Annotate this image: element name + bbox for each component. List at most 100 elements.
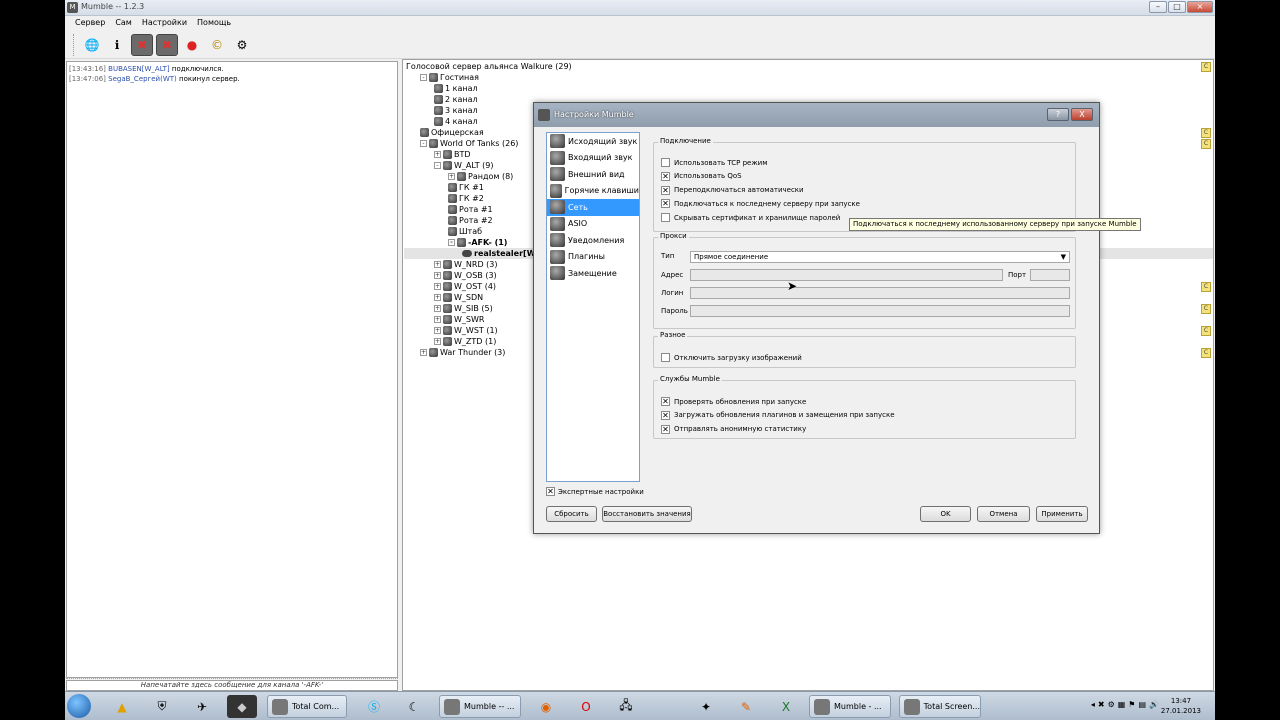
reset-button[interactable]: Сбросить	[546, 506, 597, 522]
expert-settings-checkbox[interactable]: ✕ Экспертные настройки	[546, 487, 644, 496]
ok-button[interactable]: OK	[920, 506, 971, 522]
tray-icon[interactable]: ◂	[1091, 700, 1095, 709]
menu-help[interactable]: Помощь	[192, 16, 236, 30]
minimize-button[interactable]: –	[1149, 1, 1167, 13]
paint-icon[interactable]: ✎	[731, 695, 761, 718]
settings-icon[interactable]: ⚙	[231, 34, 253, 56]
tray-icon[interactable]: ▦	[1118, 700, 1126, 709]
tree-channel[interactable]: 1 канал	[434, 83, 478, 94]
tree-channel[interactable]: 4 канал	[434, 116, 478, 127]
tree-channel[interactable]: Голосовой сервер альянса Walkure (29)	[406, 61, 572, 72]
tree-channel[interactable]: Рота #2	[448, 215, 493, 226]
expand-icon[interactable]: +	[434, 283, 441, 290]
expand-icon[interactable]: +	[434, 294, 441, 301]
expand-icon[interactable]: +	[434, 316, 441, 323]
deafen-self-icon[interactable]: ✖	[156, 33, 178, 56]
menu-self[interactable]: Сам	[110, 16, 137, 30]
category-item[interactable]: Уведомления	[547, 232, 639, 249]
skype-icon[interactable]: Ⓢ	[359, 695, 389, 718]
comment-icon[interactable]: C	[1201, 326, 1211, 336]
tree-channel[interactable]: - Гостиная	[420, 72, 479, 83]
tree-channel[interactable]: + W_OST (4)	[434, 281, 496, 292]
checked-icon[interactable]: ✕	[661, 171, 670, 181]
tree-channel[interactable]: - W_ALT (9)	[434, 160, 494, 171]
comment-icon[interactable]: C	[1201, 139, 1211, 149]
expand-icon[interactable]: +	[434, 151, 441, 158]
tree-channel[interactable]: + War Thunder (3)	[420, 347, 505, 358]
batman-icon[interactable]: ✦	[691, 695, 721, 718]
log-user[interactable]: BUBASEN[W_ALT]	[108, 65, 170, 73]
category-item[interactable]: Горячие клавиши	[547, 183, 639, 200]
option-checkbox[interactable]: ✕ Отправлять анонимную статистику	[661, 424, 806, 435]
tree-channel[interactable]: Рота #1	[448, 204, 493, 215]
comment-icon[interactable]: C	[1201, 304, 1211, 314]
option-checkbox[interactable]: ✕ Переподключаться автоматически	[661, 185, 804, 196]
tree-channel[interactable]: Штаб	[448, 226, 482, 237]
category-item[interactable]: Сеть	[547, 199, 639, 216]
expand-icon[interactable]: +	[420, 349, 427, 356]
checked-icon[interactable]: ✕	[661, 424, 670, 434]
expand-icon[interactable]: +	[434, 327, 441, 334]
expand-icon[interactable]: +	[448, 173, 455, 180]
option-checkbox[interactable]: Использовать TCP режим	[661, 157, 767, 168]
collapse-icon[interactable]: -	[448, 239, 455, 246]
proxy-login-input[interactable]	[690, 287, 1070, 299]
volume-icon[interactable]: 🔊	[1149, 700, 1159, 709]
aimp-icon[interactable]: ▲	[107, 695, 137, 718]
proxy-type-select[interactable]: Прямое соединение ▼	[690, 251, 1070, 263]
cancel-button[interactable]: Отмена	[977, 506, 1030, 522]
checked-icon[interactable]: ✕	[661, 410, 670, 420]
close-button[interactable]: ×	[1187, 1, 1213, 13]
collapse-icon[interactable]: -	[420, 140, 427, 147]
tree-channel[interactable]: + W_SWR	[434, 314, 484, 325]
category-item[interactable]: Замещение	[547, 265, 639, 282]
task-browser[interactable]: Mumble - ...	[809, 695, 891, 718]
tree-channel[interactable]: + W_NRD (3)	[434, 259, 498, 270]
task-total-commander[interactable]: Total Com...	[267, 695, 347, 718]
world-of-tanks-icon[interactable]: ⛨	[147, 695, 177, 718]
log-user[interactable]: SegaB_Сергей(WT)	[108, 75, 177, 83]
tree-channel[interactable]: 2 канал	[434, 94, 478, 105]
option-checkbox[interactable]: Скрывать сертификат и хранилище паролей	[661, 212, 840, 223]
expand-icon[interactable]: +	[434, 305, 441, 312]
tree-channel[interactable]: + BTD	[434, 149, 471, 160]
task-mumble[interactable]: Mumble -- ...	[439, 695, 521, 718]
restore-defaults-button[interactable]: Восстановить значения	[602, 506, 692, 522]
apply-button[interactable]: Применить	[1036, 506, 1088, 522]
tree-channel[interactable]: + W_ZTD (1)	[434, 336, 496, 347]
expert-checkbox[interactable]: ✕	[546, 487, 555, 496]
collapse-icon[interactable]: -	[420, 74, 427, 81]
category-item[interactable]: Внешний вид	[547, 166, 639, 183]
tree-channel[interactable]: + Рандом (8)	[448, 171, 513, 182]
record-icon[interactable]: ●	[181, 34, 203, 56]
tree-channel[interactable]: + W_WST (1)	[434, 325, 498, 336]
info-icon[interactable]: ℹ	[106, 34, 128, 56]
network-tool-icon[interactable]: 🖧	[611, 695, 641, 718]
expand-icon[interactable]: +	[434, 261, 441, 268]
category-item[interactable]: Плагины	[547, 249, 639, 266]
category-item[interactable]: Входящий звук	[547, 150, 639, 167]
comment-icon[interactable]: C	[1201, 128, 1211, 138]
comment-icon[interactable]: C	[1201, 62, 1211, 72]
collapse-icon[interactable]: -	[434, 162, 441, 169]
menu-settings[interactable]: Настройки	[137, 16, 192, 30]
tree-channel[interactable]: ГК #1	[448, 182, 484, 193]
tree-channel[interactable]: Офицерская	[420, 127, 484, 138]
unchecked-icon[interactable]	[661, 353, 670, 362]
plane-game-icon[interactable]: ✈	[187, 695, 217, 718]
option-checkbox[interactable]: ✕ Использовать QoS	[661, 171, 742, 182]
checked-icon[interactable]: ✕	[661, 397, 670, 406]
task-total-screen-recorder[interactable]: Total Screen...	[899, 695, 981, 718]
tree-channel[interactable]: + W_SIB (5)	[434, 303, 493, 314]
tree-channel[interactable]: ГК #2	[448, 193, 484, 204]
connect-icon[interactable]: 🌐	[81, 34, 103, 56]
network-icon[interactable]: ▤	[1138, 700, 1146, 709]
maximize-button[interactable]: □	[1168, 1, 1186, 13]
start-button[interactable]	[67, 694, 91, 718]
checked-icon[interactable]: ✕	[661, 199, 670, 209]
opera-icon[interactable]: O	[571, 695, 601, 718]
tray-icon[interactable]: ⚙	[1108, 700, 1115, 709]
expand-icon[interactable]: +	[434, 272, 441, 279]
comment-icon[interactable]: C	[1201, 282, 1211, 292]
message-input[interactable]: Напечатайте здесь сообщение для канала '…	[66, 680, 398, 691]
